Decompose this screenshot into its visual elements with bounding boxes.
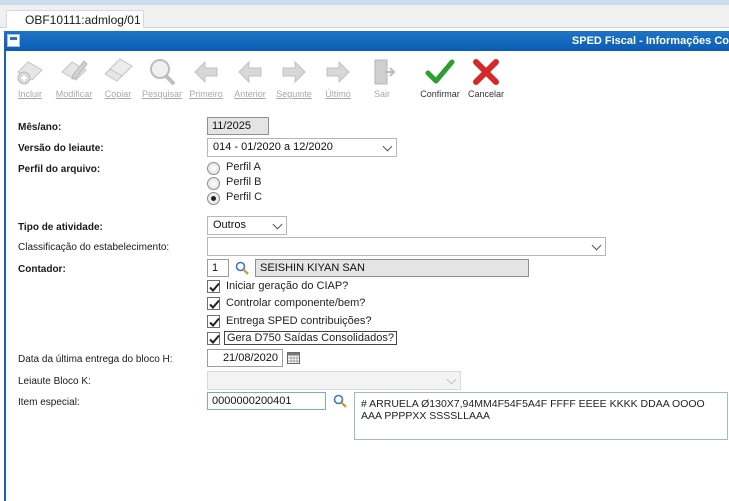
modify-button-label: Modificar [55, 89, 93, 99]
last-button[interactable]: Último [316, 52, 360, 102]
data-ultima-entrega-label: Data da última entrega do bloco H: [18, 354, 173, 365]
first-button[interactable]: Primeiro [184, 52, 228, 102]
cancel-button[interactable]: Cancelar [464, 52, 508, 102]
cancel-button-label: Cancelar [467, 89, 505, 99]
item-especial-code-field[interactable]: 0000000200401 [207, 392, 326, 410]
versao-label: Versão do leiaute: [18, 143, 104, 154]
checkbox-label: Gera D750 Saídas Consolidados? [224, 331, 397, 345]
edit-icon [61, 60, 88, 81]
search-icon[interactable] [235, 261, 249, 275]
leiaute-bloco-k-label: Leiaute Bloco K: [18, 376, 91, 387]
mes-ano-label: Mês/ano: [18, 122, 62, 133]
tipo-atividade-label: Tipo de atividade: [18, 222, 103, 233]
chevron-down-icon [446, 374, 457, 385]
calendar-icon[interactable] [287, 352, 300, 364]
exit-button-label: Sair [373, 89, 390, 99]
contador-name-field: SEISHIN KIYAN SAN [255, 259, 529, 277]
add-button[interactable]: Incluir [8, 52, 52, 102]
mes-ano-field[interactable]: 11/2025 [207, 117, 269, 135]
toolbar: Incluir Modificar Copiar Pesquisar Prime… [8, 52, 728, 102]
radio-label: Perfil C [226, 191, 263, 203]
modify-button[interactable]: Modificar [52, 52, 96, 102]
checkbox-box [207, 280, 220, 293]
tipo-atividade-value: Outros [213, 219, 247, 231]
tab-program[interactable]: OBF10111:admlog/01 [6, 10, 144, 28]
copy-button-label: Copiar [104, 89, 132, 99]
confirm-icon [425, 59, 455, 84]
perfil-label: Perfil do arquivo: [18, 164, 101, 175]
classificacao-select[interactable] [207, 237, 606, 256]
search-button[interactable]: Pesquisar [140, 52, 184, 102]
cancel-icon [473, 59, 499, 85]
copy-button[interactable]: Copiar [96, 52, 140, 102]
data-ultima-entrega-field[interactable]: 21/08/2020 [207, 349, 283, 367]
search-icon[interactable] [333, 394, 347, 408]
next-button-label: Seguinte [276, 89, 312, 99]
next-button[interactable]: Seguinte [272, 52, 316, 102]
versao-value: 014 - 01/2020 a 12/2020 [213, 141, 333, 153]
checkbox-box [207, 315, 220, 328]
last-icon [326, 60, 350, 84]
previous-button-label: Anterior [234, 89, 266, 99]
next-icon [282, 60, 306, 84]
last-button-label: Último [325, 89, 351, 99]
contador-label: Contador: [18, 264, 66, 275]
top-tab-bar: OBF10111:admlog/01 [0, 0, 729, 28]
item-especial-description[interactable]: # ARRUELA Ø130X7,94MM4F54F5A4F FFFF EEEE… [354, 392, 728, 440]
add-icon [17, 61, 43, 85]
leiaute-bloco-k-select[interactable] [207, 371, 461, 390]
add-button-label: Incluir [17, 89, 42, 99]
window-title-bar: SPED Fiscal - Informações Co [4, 31, 729, 51]
confirm-button-label: Confirmar [420, 89, 460, 99]
checkbox-box [207, 332, 220, 345]
radio-label: Perfil A [226, 161, 261, 173]
radio-circle-selected [207, 192, 220, 205]
chevron-down-icon [382, 141, 393, 152]
chevron-down-icon [272, 219, 283, 230]
radio-circle [207, 177, 220, 190]
search-icon [150, 59, 176, 86]
window-left-border [4, 51, 6, 501]
classificacao-label: Classificação do estabelecimento: [18, 242, 170, 253]
checkbox-label: Iniciar geração do CIAP? [226, 280, 349, 292]
search-button-label: Pesquisar [141, 89, 183, 99]
contador-code-field[interactable]: 1 [207, 259, 229, 277]
previous-button[interactable]: Anterior [228, 52, 272, 102]
exit-button[interactable]: Sair [360, 52, 404, 102]
radio-label: Perfil B [226, 176, 262, 188]
copy-icon [104, 58, 133, 82]
versao-select[interactable]: 014 - 01/2020 a 12/2020 [207, 138, 397, 157]
checkbox-box [207, 297, 220, 310]
previous-icon [238, 60, 262, 84]
checkbox-label: Entrega SPED contribuições? [226, 315, 372, 327]
tipo-atividade-select[interactable]: Outros [207, 216, 287, 235]
chevron-down-icon [591, 240, 602, 251]
confirm-button[interactable]: Confirmar [418, 52, 462, 102]
exit-icon [374, 59, 396, 85]
item-especial-label: Item especial: [18, 397, 80, 408]
first-button-label: Primeiro [189, 89, 223, 99]
window-title: SPED Fiscal - Informações Co [571, 35, 729, 47]
window-menu-icon[interactable] [7, 34, 20, 47]
first-icon [194, 60, 218, 84]
radio-circle [207, 162, 220, 175]
checkbox-label: Controlar componente/bem? [226, 297, 366, 309]
top-accent-strip [0, 0, 729, 5]
